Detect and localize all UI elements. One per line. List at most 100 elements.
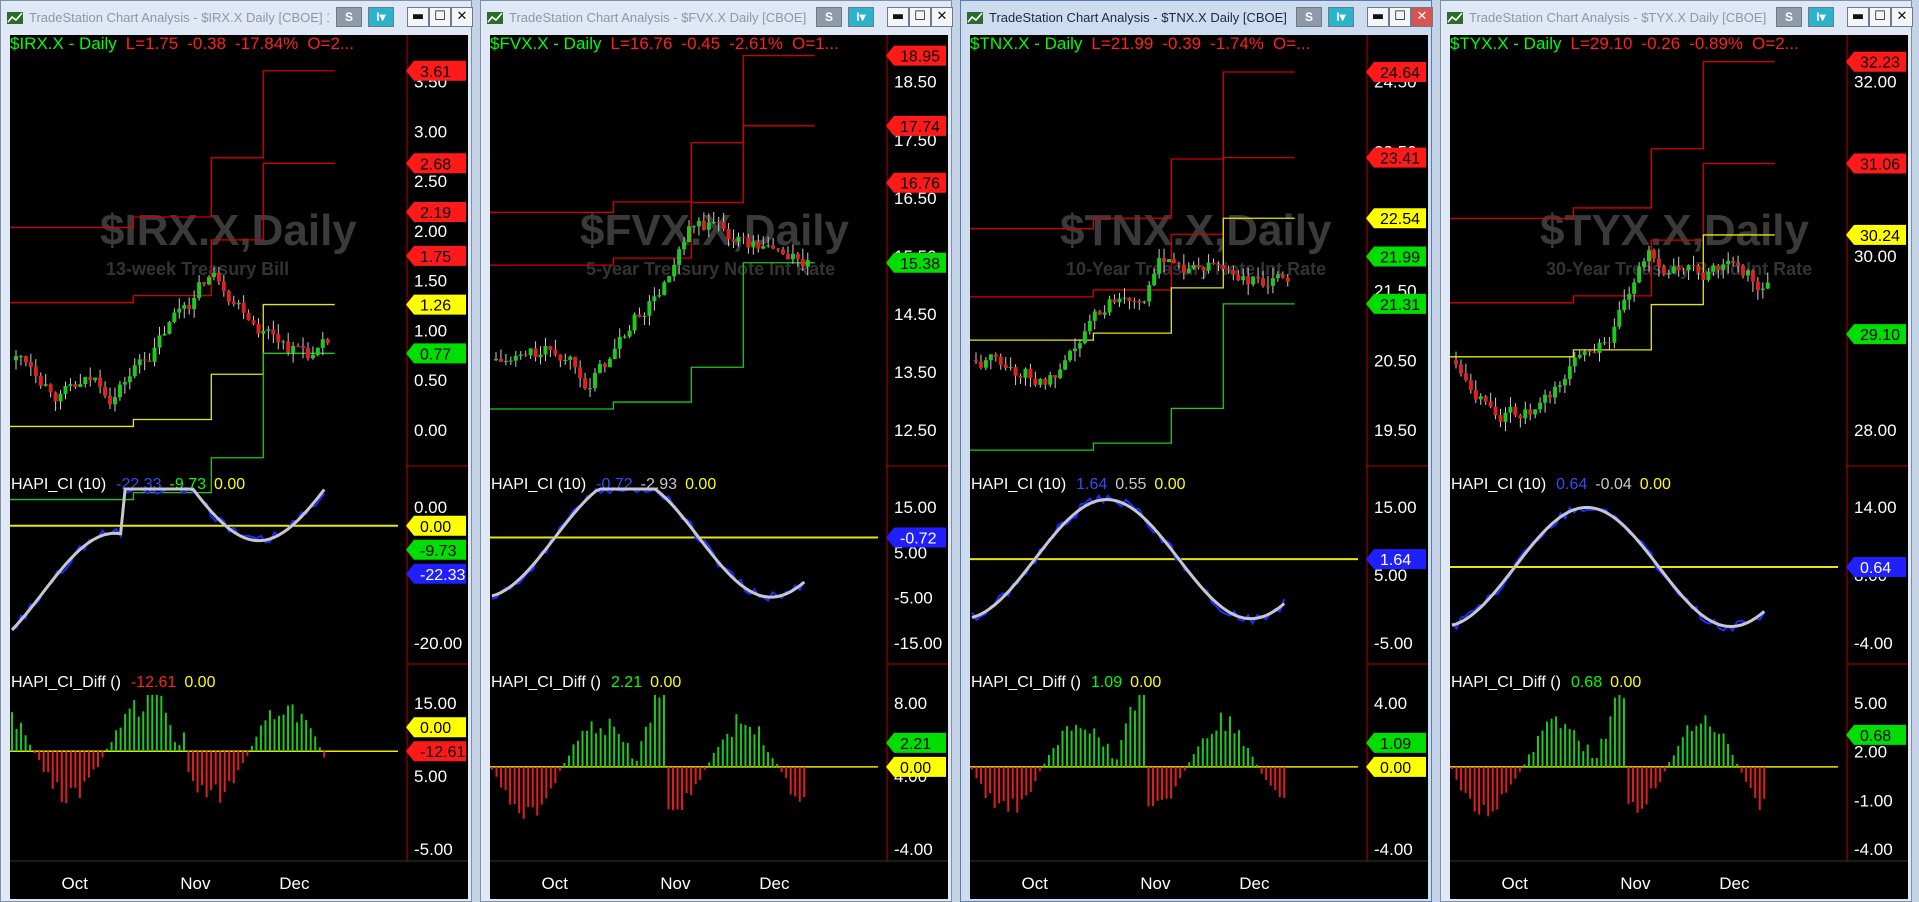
month-label: Oct [1501,874,1528,893]
price-tag: 30.24 [1846,224,1906,245]
diff-tag-label: 0.00 [420,720,451,737]
chart-window-tyx[interactable]: TradeStation Chart Analysis - $TYX.X Dai… [1440,0,1913,902]
chart-window-tnx[interactable]: TradeStation Chart Analysis - $TNX.X Dai… [960,0,1433,902]
candle-body [1211,262,1216,264]
candle-body [1102,312,1107,315]
title-bar[interactable]: TradeStation Chart Analysis - $FVX.X Dai… [481,1,953,33]
price-tick-label: 12.50 [894,421,937,440]
diff-tag-label: -12.61 [420,744,465,761]
minimize-button[interactable]: ▬ [1367,7,1389,27]
i-button[interactable]: I▾ [368,7,394,27]
i-button[interactable]: I▾ [848,7,874,27]
price-tag-label: 3.61 [420,64,451,81]
s-button[interactable]: S [1776,7,1802,27]
candle-body [236,302,241,305]
indicator2-label: HAPI_CI_Diff () 1.09 0.00 [971,674,1161,691]
candle-body [58,393,63,402]
candle-body [578,367,583,379]
s-button[interactable]: S [336,7,362,27]
price-tag-label: 2.19 [420,205,451,222]
price-tick-label: 2.00 [414,222,447,241]
chart-area[interactable]: $TNX.X,Daily 10-Year Treasury Note Int Ra… [970,35,1428,899]
candle-body [1043,378,1048,385]
ci-tick-label: -5.00 [894,589,933,608]
price-tag: 29.10 [1846,324,1906,345]
title-bar[interactable]: TradeStation Chart Analysis - $IRX.X Dai… [1,1,473,33]
candle-body [1231,270,1236,275]
close-button[interactable]: ✕ [931,7,953,27]
ind1-name: HAPI_CI (10) [11,476,106,493]
candle-body [736,236,741,242]
price-tick-label: 14.50 [894,305,937,324]
header-open: O=1... [792,35,839,53]
candle-body [325,339,330,343]
ci-tick-label: -4.00 [1854,634,1893,653]
candle-body [1508,406,1513,413]
candle-body [662,282,667,296]
candle-body [192,297,197,310]
candle-body [63,385,68,394]
price-tag-label: 23.41 [1380,151,1420,168]
maximize-button[interactable]: ☐ [909,7,931,27]
candle-body [696,220,701,227]
candle-body [177,308,182,313]
candle-body [83,377,88,385]
candle-body [494,358,498,361]
minimize-button[interactable]: ▬ [407,7,429,27]
candle-body [1018,375,1023,378]
header-open: O=... [1273,35,1310,53]
candle-body [73,384,78,387]
i-button[interactable]: I▾ [1808,7,1834,27]
candle-body [691,226,696,228]
candle-body [1097,311,1102,315]
candle-body [721,222,726,229]
chart-window-fvx[interactable]: TradeStation Chart Analysis - $FVX.X Dai… [480,0,953,902]
ind2-name: HAPI_CI_Diff () [491,674,601,691]
candle-body [1008,367,1013,369]
month-label: Dec [279,874,310,893]
i-button[interactable]: I▾ [1328,7,1354,27]
candle-body [147,360,152,362]
price-tag: 15.38 [886,252,946,273]
candle-body [28,362,33,367]
chart-area[interactable]: $IRX.X,Daily13-week Treasury Bill3.503.0… [10,35,468,899]
diff-tag: 1.09 [1366,732,1426,753]
header-open: O=2... [1752,35,1799,53]
maximize-button[interactable]: ☐ [1389,7,1411,27]
s-button[interactable]: S [816,7,842,27]
chart-window-irx[interactable]: TradeStation Chart Analysis - $IRX.X Dai… [0,0,473,902]
candle-body [88,377,93,381]
candle-body [1236,274,1241,281]
close-button[interactable]: ✕ [451,7,473,27]
candle-body [1726,260,1731,265]
title-bar[interactable]: TradeStation Chart Analysis - $TYX.X Dai… [1441,1,1913,33]
candle-body [771,245,776,249]
maximize-button[interactable]: ☐ [1869,7,1891,27]
diff-tag: 2.21 [886,732,946,753]
chart-area[interactable]: $FVX.X,Daily5-year Treasury Note Int Rat… [490,35,948,899]
candle-body [1013,367,1018,376]
candle-body [1622,299,1627,311]
ind2-name: HAPI_CI_Diff () [1451,674,1561,691]
candle-body [226,291,231,302]
close-button[interactable]: ✕ [1891,7,1913,27]
s-button[interactable]: S [1296,7,1322,27]
price-tag: 32.23 [1846,51,1906,72]
chevron-down-icon: ▾ [859,10,866,24]
ind2-name: HAPI_CI_Diff () [971,674,1081,691]
candle-body [1538,402,1543,410]
minimize-button[interactable]: ▬ [1847,7,1869,27]
candle-body [548,346,553,350]
price-tag: 24.64 [1366,61,1426,82]
chevron-down-icon: ▾ [379,10,386,24]
ci-tag: 0.00 [406,515,466,536]
close-button[interactable]: ✕ [1411,7,1433,27]
chart-area[interactable]: $TYX.X,Daily30-Year Treasury Bond Int Ra… [1450,35,1908,899]
candle-body [978,361,983,368]
candle-body [1275,274,1280,279]
candle-body [48,384,53,393]
title-bar[interactable]: TradeStation Chart Analysis - $TNX.X Dai… [961,1,1433,33]
maximize-button[interactable]: ☐ [429,7,451,27]
candle-body [1226,269,1231,271]
minimize-button[interactable]: ▬ [887,7,909,27]
